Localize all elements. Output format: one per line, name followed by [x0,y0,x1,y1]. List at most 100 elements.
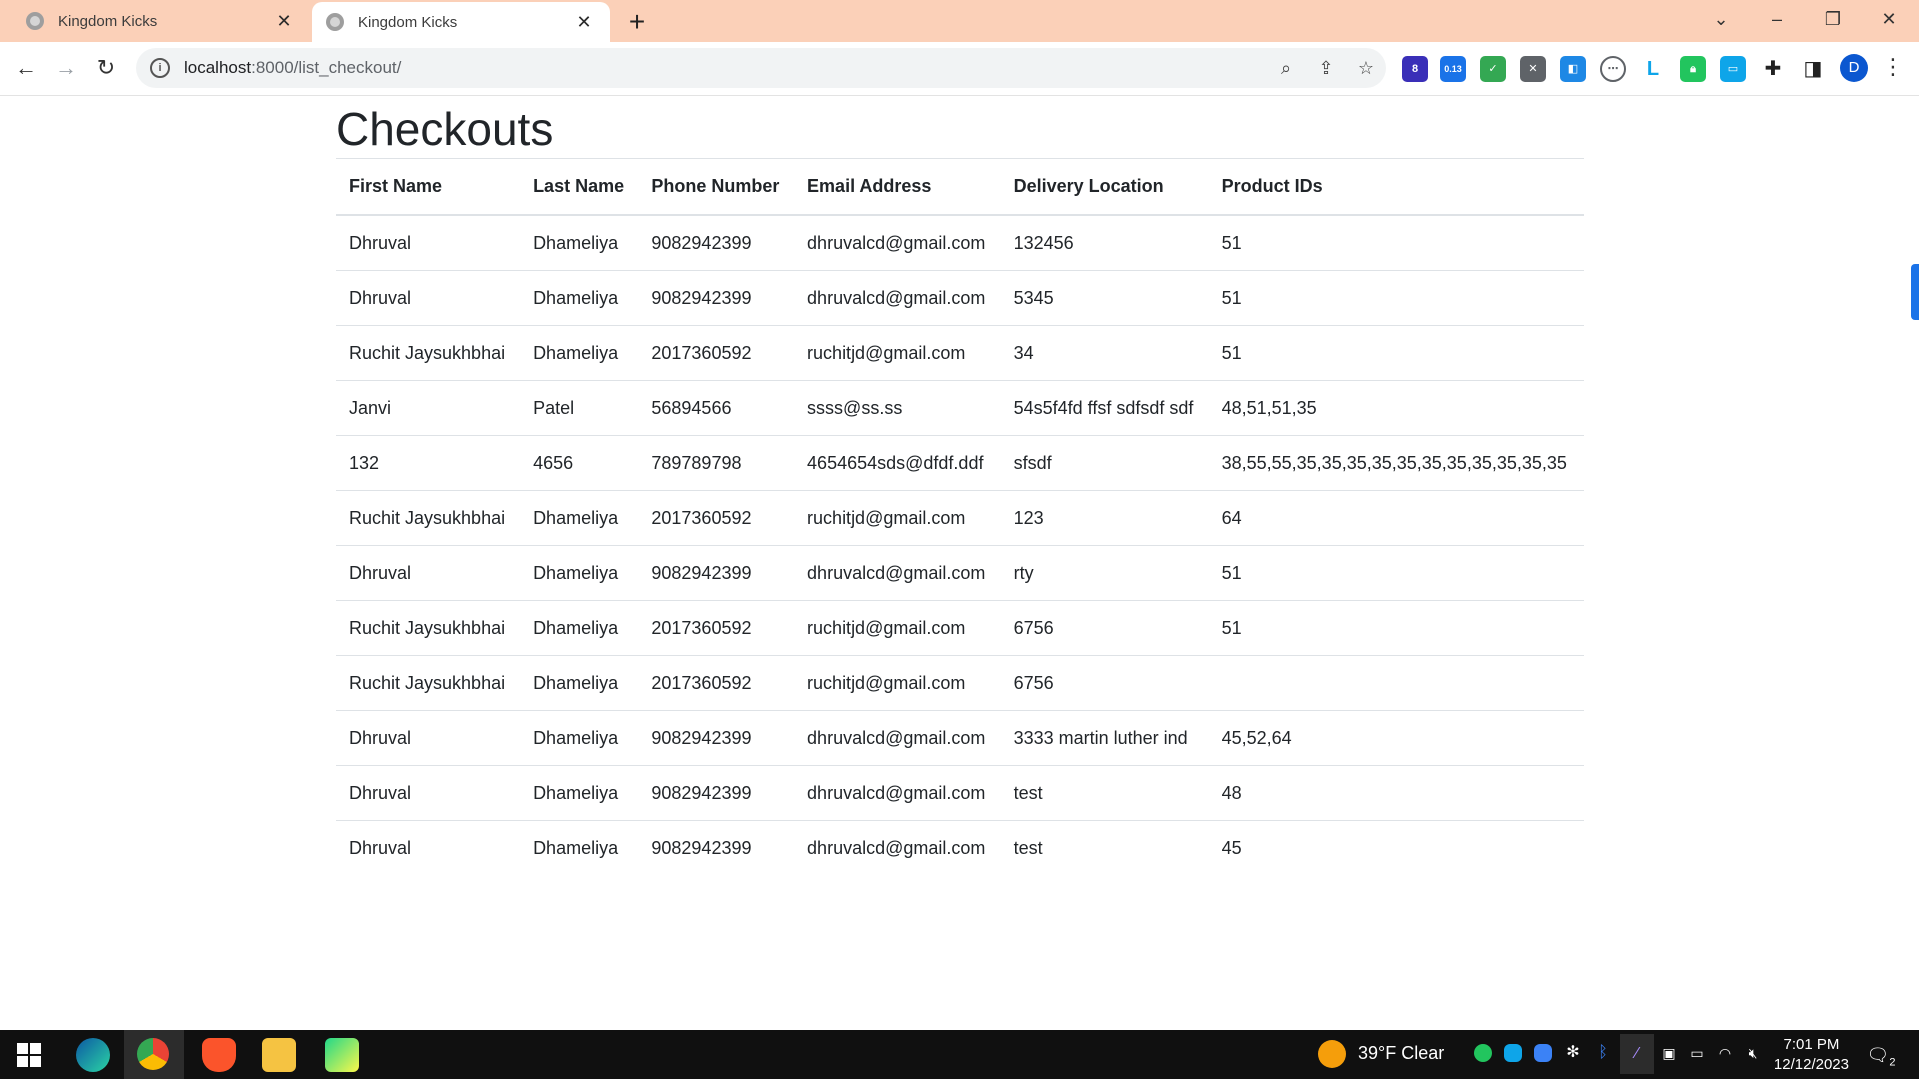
table-cell: 9082942399 [638,765,795,821]
table-cell: 789789798 [638,435,795,491]
site-info-icon[interactable]: i [150,58,170,78]
table-cell: Janvi [336,380,521,436]
table-cell: 2017360592 [638,600,795,656]
extension-circle-icon[interactable]: ⋯ [1600,56,1626,82]
wifi-icon[interactable]: ◠ [1716,1044,1734,1062]
page-title: Checkouts [336,103,554,155]
table-cell: 34 [1000,325,1209,381]
start-windows-icon[interactable] [14,1040,44,1070]
table-cell: 2017360592 [638,325,795,381]
url-text[interactable]: localhost:8000/list_checkout/ [184,58,1266,78]
tab-title: Kingdom Kicks [58,12,158,30]
notifications-icon[interactable]: 🗨︎2 [1866,1040,1896,1070]
extension-lock-icon[interactable]: 🔒︎ [1680,56,1706,82]
checkouts-table: First Name Last Name Phone Number Email Add… [336,158,1584,875]
zoom-icon[interactable]: ⌕ [1266,58,1306,79]
extension-blue-icon[interactable]: ◧ [1560,56,1586,82]
close-window-button[interactable]: ✕ [1864,4,1914,34]
weather-text[interactable]: 39°F Clear [1358,1043,1444,1064]
tray-check-icon[interactable] [1474,1044,1492,1062]
table-cell: rty [1000,545,1209,601]
extension-meter-icon[interactable]: 0.13 [1440,56,1466,82]
table-cell: dhruvalcd@gmail.com [794,545,1001,601]
pycharm-icon[interactable] [325,1038,359,1072]
battery-icon[interactable]: ▭ [1686,1044,1708,1062]
table-cell: 132456 [1000,214,1209,271]
table-cell: dhruvalcd@gmail.com [794,270,1001,326]
browser-tab-1[interactable]: Kingdom Kicks ✕ [0,0,310,42]
slack-icon[interactable]: ✻ [1564,1044,1582,1062]
bluetooth-icon[interactable]: ᛒ [1594,1044,1612,1062]
table-cell: Dhruval [336,270,521,326]
column-header: Product IDs [1208,158,1584,215]
new-tab-button[interactable]: + [622,6,652,38]
table-cell: dhruvalcd@gmail.com [794,214,1001,271]
forward-icon[interactable]: → [50,52,82,84]
tray-display-icon[interactable] [1534,1044,1552,1062]
table-cell: Dhameliya [520,765,639,821]
table-cell: 51 [1208,214,1584,271]
address-bar[interactable]: i localhost:8000/list_checkout/ ⌕ ⇪ ☆ [136,48,1386,88]
table-row: Dhruval Dhameliya 9082942399 dhruvalcd@gmai… [336,710,1584,766]
taskbar-clock[interactable]: 7:01 PM 12/12/2023 [1774,1035,1849,1075]
table-cell: 9082942399 [638,545,795,601]
table-cell: Ruchit Jaysukhbhai [336,325,521,381]
browser-tab-2[interactable]: Kingdom Kicks ✕ [312,2,610,42]
table-cell: Dhruval [336,710,521,766]
table-row: Ruchit Jaysukhbhai Dhameliya 2017360592 ruc… [336,655,1584,711]
globe-icon [26,12,44,30]
profile-avatar[interactable]: D [1840,54,1868,82]
extensions-puzzle-icon[interactable]: ✚ [1760,56,1786,82]
table-cell: Dhameliya [520,545,639,601]
restore-button[interactable]: ❐ [1808,4,1858,34]
brave-icon[interactable] [202,1038,236,1072]
table-row: Dhruval Dhameliya 9082942399 dhruvalcd@gmai… [336,214,1584,271]
weather-icon[interactable] [1318,1040,1346,1068]
share-icon[interactable]: ⇪ [1306,58,1346,79]
volume-muted-icon[interactable]: 🔇︎ [1742,1044,1764,1062]
reload-icon[interactable]: ↻ [90,52,122,84]
table-cell: Dhameliya [520,214,639,271]
table-cell: ruchitjd@gmail.com [794,325,1001,381]
bookmark-star-icon[interactable]: ☆ [1346,58,1386,79]
tab-title: Kingdom Kicks [358,13,458,31]
browser-toolbar: ← → ↻ i localhost:8000/list_checkout/ ⌕ … [0,42,1919,96]
extension-brave-shield-icon[interactable]: ✕ [1520,56,1546,82]
table-cell: 48,51,51,35 [1208,380,1584,436]
clock-date: 12/12/2023 [1773,1056,1849,1073]
table-cell: 51 [1208,325,1584,381]
file-explorer-icon[interactable] [262,1038,296,1072]
minimize-button[interactable]: – [1752,4,1802,34]
pen-icon[interactable]: ⁄ [1620,1034,1654,1074]
extension-shield-icon[interactable]: ✓ [1480,56,1506,82]
table-cell: sfsdf [1000,435,1209,491]
chrome-taskbar-button[interactable] [124,1030,184,1079]
table-cell: 56894566 [638,380,795,436]
kebab-menu-icon[interactable]: ⋮ [1882,54,1904,80]
globe-icon [326,13,344,31]
edge-icon[interactable] [76,1038,110,1072]
table-row: Dhruval Dhameliya 9082942399 dhruvalcd@gmai… [336,765,1584,821]
table-cell: test [1000,765,1209,821]
table-row: Ruchit Jaysukhbhai Dhameliya 2017360592 ruc… [336,600,1584,656]
side-scroll-tab[interactable] [1911,264,1919,320]
table-cell: 5345 [1000,270,1209,326]
table-cell: 45 [1208,820,1584,875]
table-cell: Dhameliya [520,270,639,326]
extension-purple-icon[interactable]: 8 [1402,56,1428,82]
table-cell: Ruchit Jaysukhbhai [336,600,521,656]
side-panel-icon[interactable]: ◨ [1800,56,1826,82]
table-cell: 6756 [1000,655,1209,711]
extension-screen-icon[interactable]: ▭ [1720,56,1746,82]
tray-app-icon[interactable] [1504,1044,1522,1062]
extension-l-icon[interactable]: L [1640,56,1666,82]
meet-now-icon[interactable]: ▣ [1660,1044,1678,1062]
tab-search-icon[interactable]: ⌄ [1696,4,1746,34]
table-row: Dhruval Dhameliya 9082942399 dhruvalcd@gmai… [336,270,1584,326]
close-tab-icon[interactable]: ✕ [272,11,296,32]
close-tab-icon[interactable]: ✕ [572,12,596,33]
back-icon[interactable]: ← [10,52,42,84]
table-cell: Dhruval [336,820,521,875]
table-cell: 3333 martin luther ind [1000,710,1209,766]
table-cell [1208,655,1584,711]
